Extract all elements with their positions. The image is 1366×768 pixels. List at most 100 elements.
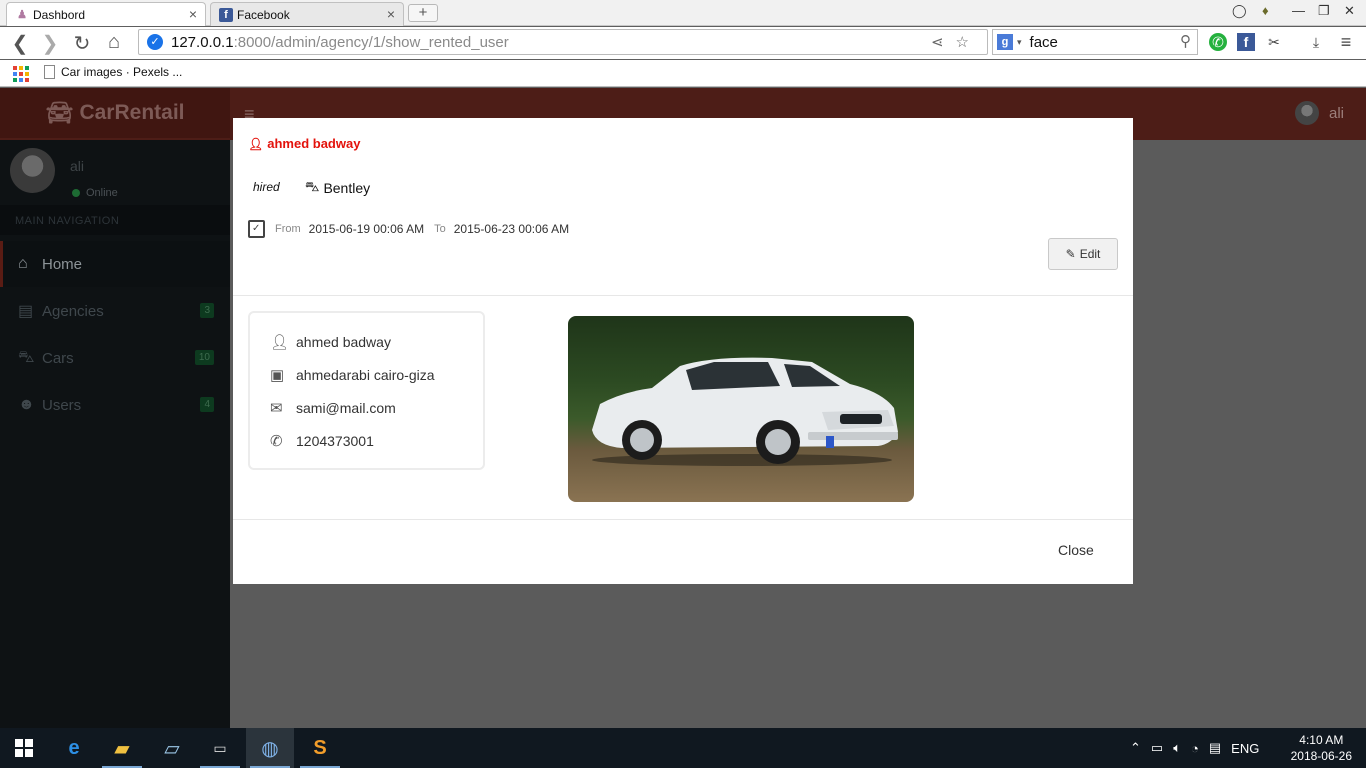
from-date: 2015-06-19 00:06 AM xyxy=(308,222,425,236)
renter-name: ahmed badway xyxy=(267,136,361,151)
clock[interactable]: 4:10 AM 2018-06-26 xyxy=(1291,732,1352,764)
car-photo xyxy=(568,316,914,502)
dropdown-arrow-icon[interactable]: ▾ xyxy=(1017,37,1022,48)
search-input[interactable]: face xyxy=(1030,34,1058,51)
sidebar-item-agencies[interactable]: ▤ Agencies 3 xyxy=(0,288,230,334)
sidebar-item-label: Home xyxy=(42,255,83,273)
user-name: ali xyxy=(1328,104,1344,122)
user-menu[interactable]: ali xyxy=(1294,101,1344,125)
back-icon[interactable]: ❮ xyxy=(8,31,32,56)
restore-icon[interactable]: ❐ xyxy=(1318,3,1330,19)
info-name: ahmed badway xyxy=(296,334,391,350)
minimize-icon[interactable]: — xyxy=(1292,3,1305,18)
language-indicator[interactable]: ENG xyxy=(1231,741,1259,756)
sidebar-item-home[interactable]: ⌂ Home xyxy=(0,241,230,287)
sublime-text-icon[interactable]: S xyxy=(296,728,344,768)
edit-label: Edit xyxy=(1079,247,1101,261)
browser-toolbar: ❮ ❯ ↻ ⌂ ✓ 127.0.0.1 :8000/admin/agency/1… xyxy=(0,27,1366,59)
car-icon: ⛍ xyxy=(305,178,320,194)
to-label: To xyxy=(434,223,446,235)
download-icon[interactable]: ⤓ xyxy=(1307,33,1325,51)
address-card-icon: ▣ xyxy=(270,367,285,384)
facebook-favicon-icon: f xyxy=(219,7,233,22)
show-hidden-icons-icon[interactable]: ⌃ xyxy=(1130,740,1141,756)
count-badge: 3 xyxy=(200,303,214,318)
tab-facebook[interactable]: f Facebook × xyxy=(210,2,404,26)
tab-title: Facebook xyxy=(237,7,290,22)
brand-name: CarRentail xyxy=(79,101,185,124)
bookmark-label: Car images · Pexels ... xyxy=(61,65,183,79)
close-button[interactable]: Close xyxy=(1058,542,1094,558)
user-panel: ali Online xyxy=(0,140,230,202)
dashboard-favicon-icon: ♟ xyxy=(17,9,27,21)
browser-taskbar-icon[interactable]: ◍ xyxy=(246,728,294,768)
system-tray: ⌃ ▭ 🔈︎ ◔ ▤ ENG xyxy=(1130,728,1259,768)
secure-check-icon: ✓ xyxy=(147,34,163,50)
renter-name-heading: 👤︎ ahmed badway xyxy=(248,136,360,151)
home-icon[interactable]: ⌂ xyxy=(102,31,126,54)
tab-dashboard[interactable]: ♟ Dashbord × xyxy=(6,2,206,26)
notepad-icon[interactable]: ▱ xyxy=(148,728,196,768)
car-icon: ⛍ xyxy=(18,349,35,366)
brand-logo[interactable]: 🚘︎ CarRentail xyxy=(0,88,230,138)
scissors-icon[interactable]: ✂ xyxy=(1265,33,1283,51)
sidebar-item-cars[interactable]: ⛍ Cars 10 xyxy=(0,335,230,381)
sidebar-item-label: Cars xyxy=(42,349,74,367)
bookmark-car-images[interactable]: Car images · Pexels ... xyxy=(44,65,182,79)
network-icon[interactable]: ◔ xyxy=(1191,741,1199,756)
home-icon: ⌂ xyxy=(18,255,28,272)
info-address-row: ▣ ahmedarabi cairo-giza xyxy=(270,366,435,384)
archive-icon: ▤ xyxy=(18,303,34,320)
rental-dates: From 2015-06-19 00:06 AM To 2015-06-23 0… xyxy=(248,220,579,238)
car-icon: 🚘︎ xyxy=(45,100,74,125)
menu-icon[interactable]: ≡ xyxy=(1337,33,1355,51)
share-star-icons[interactable]: ⋖☆ xyxy=(931,33,981,51)
reload-icon[interactable]: ↻ xyxy=(70,31,94,56)
phone-icon: ✆ xyxy=(270,433,283,450)
notifications-icon[interactable]: ▤ xyxy=(1209,740,1221,756)
sidebar-item-users[interactable]: ☻ Users 4 xyxy=(0,382,230,428)
start-button[interactable] xyxy=(0,728,48,768)
nav-header: MAIN NAVIGATION xyxy=(0,205,230,235)
address-bar[interactable]: ✓ 127.0.0.1 :8000/admin/agency/1/show_re… xyxy=(138,29,988,55)
divider xyxy=(233,295,1133,296)
sidebar-item-label: Agencies xyxy=(42,302,104,320)
close-tab-icon[interactable]: × xyxy=(189,6,197,22)
info-phone: 1204373001 xyxy=(296,433,374,449)
extension-icon[interactable]: ♦ xyxy=(1262,3,1269,18)
bookmarks-bar: Car images · Pexels ... xyxy=(0,60,1366,87)
info-name-row: 👤︎ ahmed badway xyxy=(270,333,391,351)
car-name: Bentley xyxy=(323,179,371,196)
apps-icon[interactable] xyxy=(13,66,29,82)
search-icon[interactable]: ⚲ xyxy=(1180,32,1191,50)
info-email: sami@mail.com xyxy=(296,400,396,416)
users-icon: ☻ xyxy=(18,396,35,413)
whatsapp-icon[interactable]: ✆ xyxy=(1209,33,1227,51)
info-email-row: ✉ sami@mail.com xyxy=(270,399,396,417)
battery-icon[interactable]: ▭ xyxy=(1151,740,1163,756)
window-close-icon[interactable]: ✕ xyxy=(1344,3,1355,19)
facebook-icon[interactable]: f xyxy=(1237,33,1255,51)
clock-date: 2018-06-26 xyxy=(1290,749,1352,763)
status-indicator: Online xyxy=(72,187,118,199)
forward-icon[interactable]: ❯ xyxy=(38,31,62,56)
info-phone-row: ✆ 1204373001 xyxy=(270,432,374,450)
profile-icon[interactable]: ◯ xyxy=(1232,3,1247,19)
tab-title: Dashbord xyxy=(33,7,86,22)
clock-time: 4:10 AM xyxy=(1299,733,1344,747)
search-box[interactable]: g ▾ face ⚲ xyxy=(992,29,1198,55)
calendar-check-icon xyxy=(248,220,265,238)
count-badge: 4 xyxy=(200,397,214,412)
new-tab-button[interactable]: + xyxy=(408,4,438,22)
close-tab-icon[interactable]: × xyxy=(387,6,395,22)
cmd-icon[interactable]: ▭ xyxy=(196,728,244,768)
online-dot-icon xyxy=(72,189,80,197)
from-label: From xyxy=(275,223,301,235)
volume-icon[interactable]: 🔈︎ xyxy=(1173,740,1181,756)
url-path: :8000/admin/agency/1/show_rented_user xyxy=(233,33,509,51)
edge-icon[interactable]: e xyxy=(50,728,98,768)
edit-button[interactable]: ✎ Edit xyxy=(1048,238,1118,270)
car-illustration xyxy=(592,357,898,466)
file-explorer-icon[interactable]: ▰ xyxy=(98,728,146,768)
browser-tab-strip: ♟ Dashbord × f Facebook × + ◯ ♦ — ❐ ✕ xyxy=(0,0,1366,26)
